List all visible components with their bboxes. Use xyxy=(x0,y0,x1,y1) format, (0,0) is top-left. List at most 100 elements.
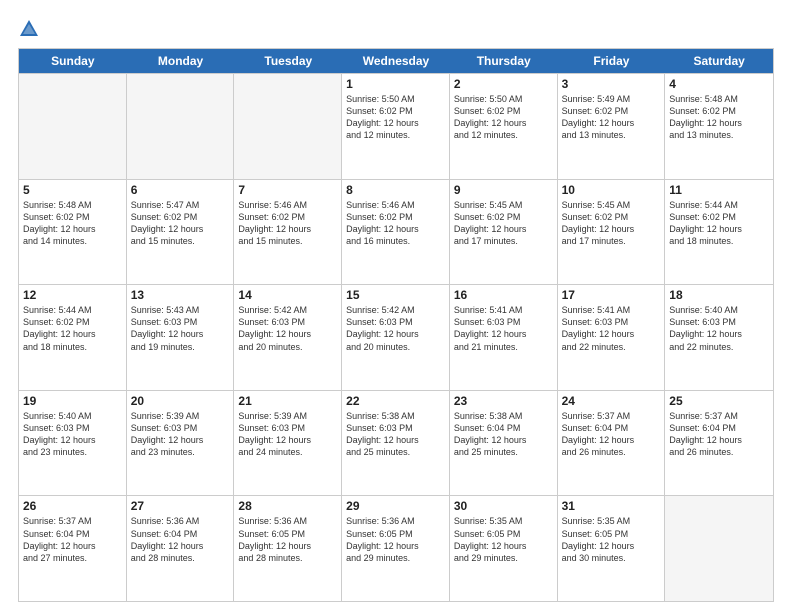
calendar-cell: 10 Sunrise: 5:45 AM Sunset: 6:02 PM Dayli… xyxy=(558,180,666,285)
calendar-cell: 11 Sunrise: 5:44 AM Sunset: 6:02 PM Dayli… xyxy=(665,180,773,285)
day-info: Sunrise: 5:37 AM Sunset: 6:04 PM Dayligh… xyxy=(23,515,122,564)
calendar-cell xyxy=(665,496,773,601)
day-info: Sunrise: 5:50 AM Sunset: 6:02 PM Dayligh… xyxy=(454,93,553,142)
day-info: Sunrise: 5:46 AM Sunset: 6:02 PM Dayligh… xyxy=(346,199,445,248)
day-number: 21 xyxy=(238,394,337,408)
day-info: Sunrise: 5:43 AM Sunset: 6:03 PM Dayligh… xyxy=(131,304,230,353)
calendar-cell: 20 Sunrise: 5:39 AM Sunset: 6:03 PM Dayli… xyxy=(127,391,235,496)
header-day-monday: Monday xyxy=(127,49,235,73)
calendar-cell: 25Sunrise: 5:37 AM Sunset: 6:04 PM Dayli… xyxy=(665,391,773,496)
calendar-cell: 6 Sunrise: 5:47 AM Sunset: 6:02 PM Daylig… xyxy=(127,180,235,285)
day-info: Sunrise: 5:48 AM Sunset: 6:02 PM Dayligh… xyxy=(23,199,122,248)
calendar-cell: 9 Sunrise: 5:45 AM Sunset: 6:02 PM Daylig… xyxy=(450,180,558,285)
calendar-cell: 29Sunrise: 5:36 AM Sunset: 6:05 PM Dayli… xyxy=(342,496,450,601)
page: SundayMondayTuesdayWednesdayThursdayFrid… xyxy=(0,0,792,612)
day-info: Sunrise: 5:41 AM Sunset: 6:03 PM Dayligh… xyxy=(562,304,661,353)
day-number: 10 xyxy=(562,183,661,197)
day-number: 17 xyxy=(562,288,661,302)
day-number: 16 xyxy=(454,288,553,302)
calendar-row-3: 12 Sunrise: 5:44 AM Sunset: 6:02 PM Dayli… xyxy=(19,284,773,390)
day-info: Sunrise: 5:46 AM Sunset: 6:02 PM Dayligh… xyxy=(238,199,337,248)
calendar-cell: 5 Sunrise: 5:48 AM Sunset: 6:02 PM Daylig… xyxy=(19,180,127,285)
day-info: Sunrise: 5:39 AM Sunset: 6:03 PM Dayligh… xyxy=(131,410,230,459)
calendar-cell: 26 Sunrise: 5:37 AM Sunset: 6:04 PM Dayli… xyxy=(19,496,127,601)
calendar-cell xyxy=(19,74,127,179)
calendar-header: SundayMondayTuesdayWednesdayThursdayFrid… xyxy=(19,49,773,73)
day-number: 12 xyxy=(23,288,122,302)
day-info: Sunrise: 5:41 AM Sunset: 6:03 PM Dayligh… xyxy=(454,304,553,353)
calendar-cell: 2 Sunrise: 5:50 AM Sunset: 6:02 PM Daylig… xyxy=(450,74,558,179)
day-info: Sunrise: 5:45 AM Sunset: 6:02 PM Dayligh… xyxy=(454,199,553,248)
calendar-cell xyxy=(234,74,342,179)
day-info: Sunrise: 5:47 AM Sunset: 6:02 PM Dayligh… xyxy=(131,199,230,248)
calendar-cell: 17 Sunrise: 5:41 AM Sunset: 6:03 PM Dayli… xyxy=(558,285,666,390)
day-info: Sunrise: 5:36 AM Sunset: 6:04 PM Dayligh… xyxy=(131,515,230,564)
day-info: Sunrise: 5:40 AM Sunset: 6:03 PM Dayligh… xyxy=(669,304,769,353)
day-number: 24 xyxy=(562,394,661,408)
calendar-cell: 21 Sunrise: 5:39 AM Sunset: 6:03 PM Dayli… xyxy=(234,391,342,496)
calendar-cell: 31 Sunrise: 5:35 AM Sunset: 6:05 PM Dayli… xyxy=(558,496,666,601)
header-day-sunday: Sunday xyxy=(19,49,127,73)
day-number: 22 xyxy=(346,394,445,408)
day-number: 27 xyxy=(131,499,230,513)
day-number: 31 xyxy=(562,499,661,513)
calendar-cell: 14 Sunrise: 5:42 AM Sunset: 6:03 PM Dayli… xyxy=(234,285,342,390)
day-number: 15 xyxy=(346,288,445,302)
day-number: 11 xyxy=(669,183,769,197)
day-number: 2 xyxy=(454,77,553,91)
day-info: Sunrise: 5:37 AM Sunset: 6:04 PM Dayligh… xyxy=(669,410,769,459)
day-number: 20 xyxy=(131,394,230,408)
header-day-wednesday: Wednesday xyxy=(342,49,450,73)
day-number: 8 xyxy=(346,183,445,197)
calendar-cell: 24Sunrise: 5:37 AM Sunset: 6:04 PM Dayli… xyxy=(558,391,666,496)
day-info: Sunrise: 5:35 AM Sunset: 6:05 PM Dayligh… xyxy=(562,515,661,564)
calendar-cell xyxy=(127,74,235,179)
day-number: 18 xyxy=(669,288,769,302)
day-number: 7 xyxy=(238,183,337,197)
calendar-body: 1Sunrise: 5:50 AM Sunset: 6:02 PM Daylig… xyxy=(19,73,773,601)
calendar-cell: 1Sunrise: 5:50 AM Sunset: 6:02 PM Daylig… xyxy=(342,74,450,179)
day-number: 13 xyxy=(131,288,230,302)
calendar-cell: 30 Sunrise: 5:35 AM Sunset: 6:05 PM Dayli… xyxy=(450,496,558,601)
day-info: Sunrise: 5:44 AM Sunset: 6:02 PM Dayligh… xyxy=(23,304,122,353)
calendar-cell: 4 Sunrise: 5:48 AM Sunset: 6:02 PM Daylig… xyxy=(665,74,773,179)
logo-icon xyxy=(18,18,40,40)
day-info: Sunrise: 5:35 AM Sunset: 6:05 PM Dayligh… xyxy=(454,515,553,564)
calendar-cell: 7 Sunrise: 5:46 AM Sunset: 6:02 PM Daylig… xyxy=(234,180,342,285)
day-info: Sunrise: 5:42 AM Sunset: 6:03 PM Dayligh… xyxy=(346,304,445,353)
day-number: 30 xyxy=(454,499,553,513)
day-info: Sunrise: 5:38 AM Sunset: 6:04 PM Dayligh… xyxy=(454,410,553,459)
day-info: Sunrise: 5:39 AM Sunset: 6:03 PM Dayligh… xyxy=(238,410,337,459)
header-day-friday: Friday xyxy=(558,49,666,73)
calendar-cell: 3 Sunrise: 5:49 AM Sunset: 6:02 PM Daylig… xyxy=(558,74,666,179)
day-number: 6 xyxy=(131,183,230,197)
calendar: SundayMondayTuesdayWednesdayThursdayFrid… xyxy=(18,48,774,602)
calendar-cell: 15 Sunrise: 5:42 AM Sunset: 6:03 PM Dayli… xyxy=(342,285,450,390)
calendar-row-4: 19Sunrise: 5:40 AM Sunset: 6:03 PM Dayli… xyxy=(19,390,773,496)
day-number: 5 xyxy=(23,183,122,197)
day-number: 9 xyxy=(454,183,553,197)
header-day-tuesday: Tuesday xyxy=(234,49,342,73)
calendar-cell: 22Sunrise: 5:38 AM Sunset: 6:03 PM Dayli… xyxy=(342,391,450,496)
day-info: Sunrise: 5:45 AM Sunset: 6:02 PM Dayligh… xyxy=(562,199,661,248)
day-number: 3 xyxy=(562,77,661,91)
day-number: 14 xyxy=(238,288,337,302)
calendar-row-5: 26 Sunrise: 5:37 AM Sunset: 6:04 PM Dayli… xyxy=(19,495,773,601)
calendar-cell: 28 Sunrise: 5:36 AM Sunset: 6:05 PM Dayli… xyxy=(234,496,342,601)
day-number: 19 xyxy=(23,394,122,408)
calendar-cell: 19Sunrise: 5:40 AM Sunset: 6:03 PM Dayli… xyxy=(19,391,127,496)
calendar-cell: 13 Sunrise: 5:43 AM Sunset: 6:03 PM Dayli… xyxy=(127,285,235,390)
day-info: Sunrise: 5:42 AM Sunset: 6:03 PM Dayligh… xyxy=(238,304,337,353)
day-info: Sunrise: 5:50 AM Sunset: 6:02 PM Dayligh… xyxy=(346,93,445,142)
day-number: 28 xyxy=(238,499,337,513)
day-number: 4 xyxy=(669,77,769,91)
day-info: Sunrise: 5:36 AM Sunset: 6:05 PM Dayligh… xyxy=(238,515,337,564)
calendar-row-1: 1Sunrise: 5:50 AM Sunset: 6:02 PM Daylig… xyxy=(19,73,773,179)
day-number: 26 xyxy=(23,499,122,513)
day-info: Sunrise: 5:44 AM Sunset: 6:02 PM Dayligh… xyxy=(669,199,769,248)
day-number: 29 xyxy=(346,499,445,513)
day-number: 23 xyxy=(454,394,553,408)
header xyxy=(18,18,774,40)
day-info: Sunrise: 5:49 AM Sunset: 6:02 PM Dayligh… xyxy=(562,93,661,142)
day-info: Sunrise: 5:48 AM Sunset: 6:02 PM Dayligh… xyxy=(669,93,769,142)
